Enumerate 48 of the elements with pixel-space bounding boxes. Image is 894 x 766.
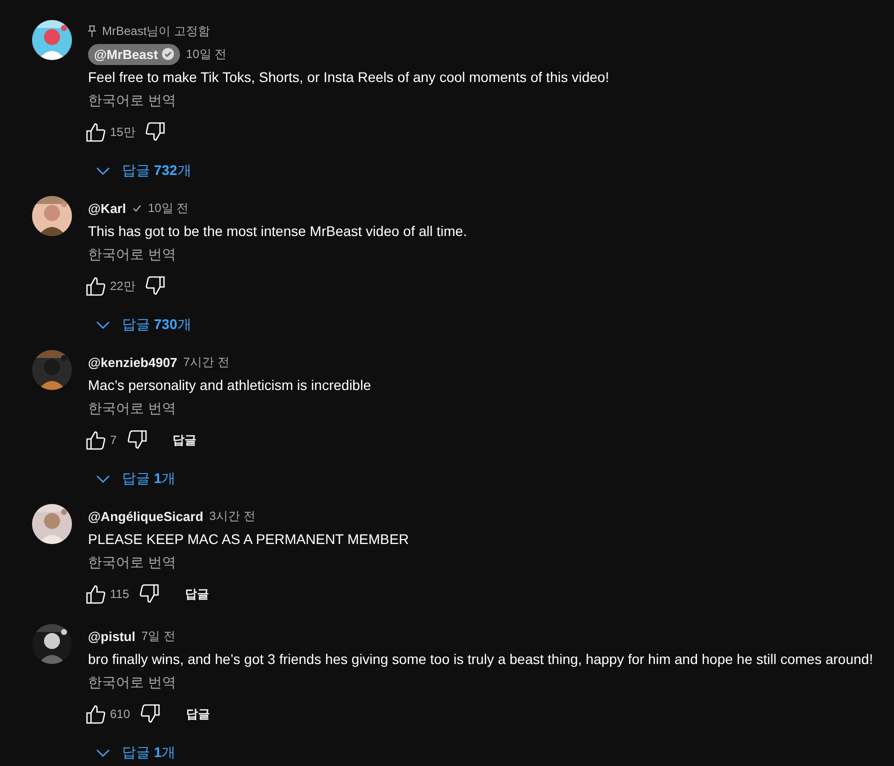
thumbs-up-icon[interactable]: [86, 584, 106, 604]
pin-icon: [88, 25, 96, 37]
comment-text: Mac’s personality and athleticism is incredible: [88, 376, 371, 395]
translate-link[interactable]: 한국어로 번역: [88, 242, 176, 266]
author-name[interactable]: @AngéliqueSicard: [88, 508, 204, 524]
thumbs-up-icon[interactable]: [86, 122, 106, 142]
thumbs-up-icon[interactable]: [86, 430, 106, 450]
view-replies-button[interactable]: 답글 730개: [88, 310, 200, 340]
thumbs-down-icon[interactable]: [145, 122, 166, 142]
like-count: 7: [110, 433, 117, 447]
like-count: 610: [110, 707, 130, 721]
thumbs-down-icon[interactable]: [139, 584, 160, 604]
pinned-label: MrBeast님이 고정함: [102, 22, 210, 40]
comment-text: PLEASE KEEP MAC AS A PERMANENT MEMBER: [88, 530, 409, 549]
author-name[interactable]: @kenzieb4907: [88, 354, 178, 370]
reply-button[interactable]: 답글: [175, 580, 220, 608]
comment-time: 3시간 전: [209, 508, 256, 524]
comment-text: bro finally wins, and he’s got 3 friends hes giving some too is truly a beast thing, happy for him and hope he still comes around!: [88, 650, 873, 669]
view-replies-button[interactable]: 답글 732개: [88, 156, 200, 186]
chevron-down-icon: [96, 167, 110, 175]
translate-link[interactable]: 한국어로 번역: [88, 670, 176, 694]
comment-time: 10일 전: [148, 200, 189, 216]
comment-text: This has got to be the most intense MrBeast video of all time.: [88, 222, 467, 241]
chevron-down-icon: [96, 749, 110, 757]
chevron-down-icon: [96, 321, 110, 329]
thumbs-up-icon[interactable]: [86, 704, 106, 724]
reply-button[interactable]: 답글: [162, 426, 207, 454]
thumbs-down-icon[interactable]: [145, 276, 166, 296]
comment-time: 7시간 전: [183, 354, 230, 370]
author-name[interactable]: @pistul: [88, 628, 136, 644]
reply-button[interactable]: 답글: [176, 700, 220, 728]
view-replies-button[interactable]: 답글 1개: [88, 738, 184, 766]
like-count: 22만: [110, 278, 136, 294]
translate-link[interactable]: 한국어로 번역: [88, 88, 176, 112]
comment-text: Feel free to make Tik Toks, Shorts, or Insta Reels of any cool moments of this video!: [88, 68, 610, 87]
translate-link[interactable]: 한국어로 번역: [88, 550, 176, 574]
thumbs-down-icon[interactable]: [126, 430, 147, 450]
chevron-down-icon: [96, 475, 110, 483]
author-name[interactable]: @Karl: [88, 200, 126, 216]
translate-link[interactable]: 한국어로 번역: [88, 396, 176, 420]
comment-time: 7일 전: [141, 628, 176, 644]
like-count: 115: [110, 587, 130, 601]
author-chip[interactable]: @MrBeast: [88, 44, 180, 64]
comment-time: 10일 전: [186, 46, 227, 62]
view-replies-button[interactable]: 답글 1개: [88, 464, 184, 494]
like-count: 15만: [110, 124, 136, 140]
thumbs-up-icon[interactable]: [86, 276, 106, 296]
thumbs-down-icon[interactable]: [140, 704, 160, 724]
